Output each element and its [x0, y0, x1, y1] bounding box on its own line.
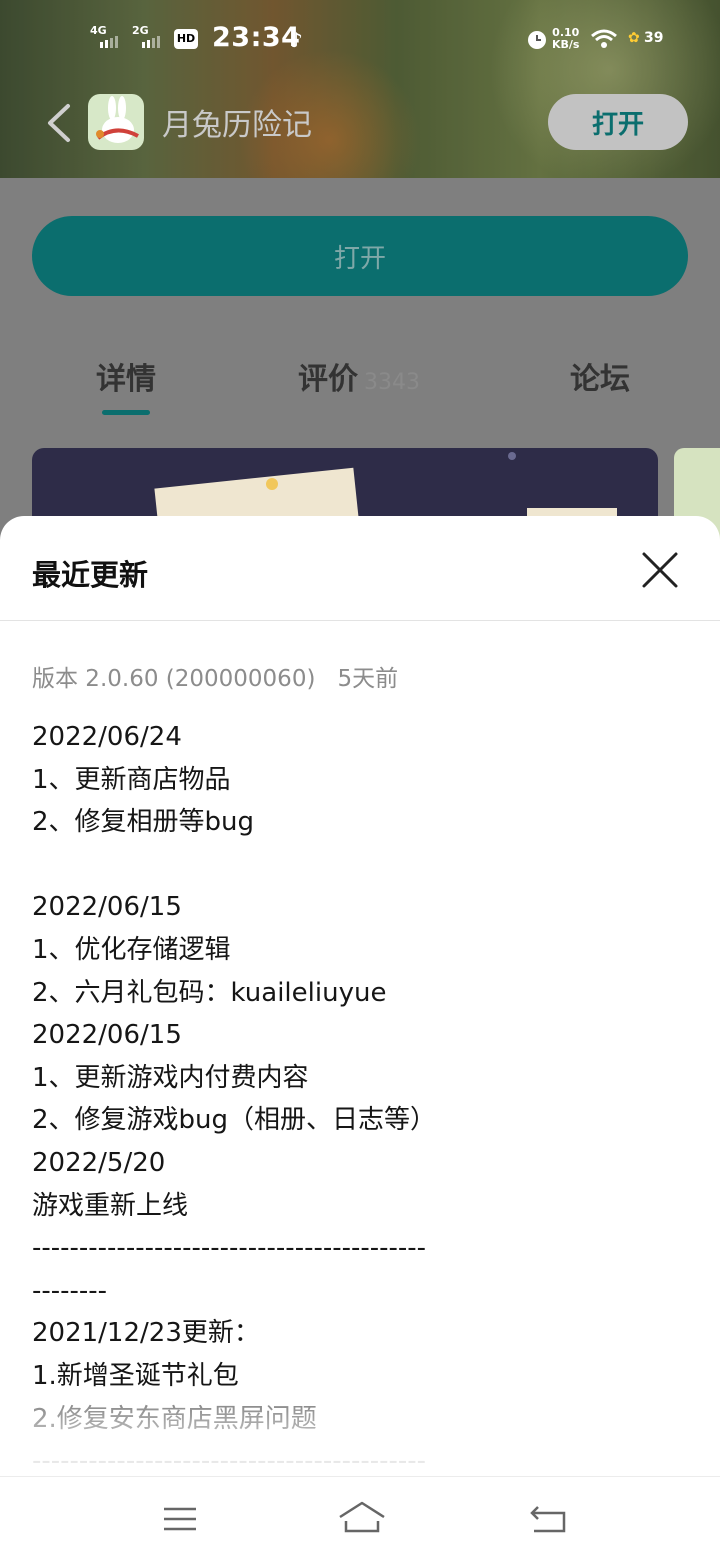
system-nav-bar [0, 1476, 720, 1561]
changelog-line: 2、修复游戏bug（相册、日志等） [32, 1105, 437, 1136]
signal-strength-1-icon [100, 36, 118, 48]
changelog-line: 2、六月礼包码：kuaileliuyue [32, 977, 387, 1008]
sheet-title: 最近更新 [32, 558, 149, 592]
back-icon[interactable] [528, 1499, 568, 1539]
app-bar: 月兔历险记 打开 [0, 80, 720, 178]
changelog-line: 1、更新游戏内付费内容 [32, 1062, 309, 1093]
changelog-line: 游戏重新上线 [32, 1190, 189, 1221]
tab-details[interactable]: 详情 [96, 354, 156, 398]
battery-level: 39 [644, 30, 664, 46]
menu-icon[interactable] [160, 1499, 200, 1539]
open-button-small[interactable]: 打开 [548, 94, 688, 150]
version-info: 版本 2.0.60 (200000060) 5天前 [32, 662, 692, 696]
tab-reviews[interactable]: 评价 3343 [298, 354, 420, 398]
hd-badge: HD [174, 29, 198, 49]
back-arrow-icon[interactable] [44, 102, 74, 144]
changelog-line: 2022/06/15 [32, 892, 182, 923]
changelog-line [32, 844, 692, 887]
divider [0, 620, 720, 621]
changelog-line: 2021/12/23更新： [32, 1318, 260, 1349]
home-icon[interactable] [338, 1499, 386, 1539]
signal-strength-2-icon [142, 36, 160, 48]
changelog-line: 1、优化存储逻辑 [32, 934, 231, 965]
tiktok-icon: ♪ [290, 28, 303, 52]
app-icon [88, 94, 144, 150]
tab-forum-label: 论坛 [570, 362, 630, 397]
status-bar: 4G 2G HD 23:34 ♪ 0.10 KB/s ✿ 39 [0, 0, 720, 80]
changelog-line: 1、更新商店物品 [32, 764, 231, 795]
changelog-line: 1.新增圣诞节礼包 [32, 1360, 239, 1391]
recent-updates-sheet: 最近更新 版本 2.0.60 (200000060) 5天前 2022/06/24… [0, 516, 720, 1561]
alarm-icon [528, 31, 546, 49]
battery-icon: ✿ [628, 30, 640, 46]
version-number: 版本 2.0.60 (200000060) [32, 666, 316, 692]
speed-unit: KB/s [552, 38, 580, 51]
wifi-icon [591, 29, 617, 48]
active-tab-indicator [102, 410, 150, 415]
tab-forum[interactable]: 论坛 [570, 354, 630, 398]
changelog-line: 2022/06/24 [32, 722, 182, 752]
reviews-count: 3343 [364, 370, 420, 395]
changelog-line: -------- [32, 1275, 108, 1306]
changelog-line: 2022/06/15 [32, 1020, 182, 1051]
update-time: 5天前 [337, 666, 399, 692]
open-button-large[interactable]: 打开 [32, 216, 688, 296]
clock: 23:34 [212, 22, 301, 53]
tab-details-label: 详情 [96, 362, 156, 397]
changelog: 2022/06/24 1、更新商店物品 2、修复相册等bug 2022/06/1… [32, 716, 692, 1482]
close-icon[interactable] [638, 548, 682, 592]
changelog-line: 2、修复相册等bug [32, 807, 255, 838]
changelog-line: ----------------------------------------… [32, 1233, 427, 1264]
changelog-line: 2022/5/20 [32, 1147, 166, 1178]
tab-reviews-label: 评价 [298, 362, 358, 397]
scroll-fade [0, 1406, 720, 1476]
network-speed: 0.10 KB/s [552, 27, 579, 51]
update-notes: 版本 2.0.60 (200000060) 5天前 2022/06/24 1、更新… [32, 662, 692, 1482]
app-title: 月兔历险记 [162, 108, 312, 143]
